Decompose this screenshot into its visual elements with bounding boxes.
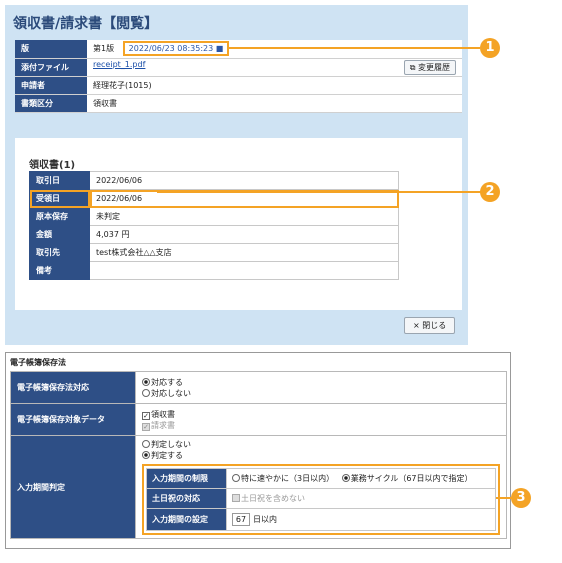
table-row: 電子帳簿保存法対応 対応する 対応しない <box>10 371 507 404</box>
page-title: 領収書/請求書【閲覧】 <box>13 16 159 32</box>
limit-label: 入力期間の制限 <box>146 468 227 489</box>
history-icon: ⧉ <box>409 62 416 72</box>
receipt-card-title: 領収書(1) <box>29 160 76 171</box>
receipt-card: 領収書(1) 取引日 2022/06/06 受領日 2022/06/06 原本保… <box>15 138 462 310</box>
applicant-label: 申請者 <box>15 76 87 95</box>
table-row: 備考 <box>29 261 399 280</box>
version-timestamp: 2022/06/23 08:35:23 ■ <box>122 41 230 57</box>
attachment-link[interactable]: receipt_1.pdf <box>93 60 145 69</box>
callout-line-1 <box>228 47 480 49</box>
deadline-settings-highlight: 入力期間の制限 特に速やかに（3日以内） 業務サイクル（67日以内で指定） 土日… <box>142 464 500 535</box>
radio-selected-icon <box>142 451 150 459</box>
radio-icon <box>232 474 240 482</box>
deadline-settings-table: 入力期間の制限 特に速やかに（3日以内） 業務サイクル（67日以内で指定） 土日… <box>146 468 496 531</box>
doc-category-label: 書類区分 <box>15 94 87 113</box>
table-row: 取引日 2022/06/06 <box>29 171 399 190</box>
compliance-option-no[interactable]: 対応しない <box>142 388 500 399</box>
document-info-table: 版 第1版 2022/06/23 08:35:23 ■ 添付ファイル recei… <box>15 40 462 113</box>
option-label: 判定する <box>151 451 183 460</box>
transaction-date-label: 取引日 <box>29 171 90 190</box>
deadline-option-on[interactable]: 判定する <box>142 450 500 461</box>
change-history-button[interactable]: ⧉ 変更履歴 <box>403 59 456 75</box>
change-history-label: 変更履歴 <box>418 62 450 72</box>
close-icon: × <box>413 321 420 330</box>
original-storage-label: 原本保存 <box>29 207 90 226</box>
amount-label: 金額 <box>29 225 90 244</box>
option-label: 判定しない <box>151 440 191 449</box>
option-label: 業務サイクル（67日以内で指定） <box>350 474 473 483</box>
version-label: 版 <box>15 40 87 59</box>
limit-option-quick[interactable]: 特に速やかに（3日以内） <box>232 474 334 483</box>
close-button[interactable]: × 閉じる <box>404 317 456 334</box>
radio-selected-icon <box>341 474 350 482</box>
receipt-detail-table: 取引日 2022/06/06 受領日 2022/06/06 原本保存 未判定 金… <box>29 171 399 280</box>
version-row: 版 第1版 2022/06/23 08:35:23 ■ <box>15 40 462 59</box>
weekend-option[interactable]: 土日祝を含めない <box>232 494 305 503</box>
checkbox-disabled-icon: ✓ <box>142 422 150 431</box>
document-view-panel: 領収書/請求書【閲覧】 版 第1版 2022/06/23 08:35:23 ■ … <box>5 5 468 345</box>
original-storage-value: 未判定 <box>89 207 399 226</box>
radio-icon <box>142 388 150 397</box>
checkbox-disabled-icon <box>232 494 240 502</box>
received-date-label: 受領日 <box>29 189 90 208</box>
option-label: 対応する <box>151 377 183 387</box>
limit-option-cycle[interactable]: 業務サイクル（67日以内で指定） <box>341 474 473 483</box>
attachment-row: 添付ファイル receipt_1.pdf ⧉ 変更履歴 <box>15 58 462 77</box>
option-label: 領収書 <box>151 409 175 419</box>
version-value: 第1版 <box>93 44 115 54</box>
lock-icon: ■ <box>215 44 224 54</box>
attachment-label: 添付ファイル <box>15 58 87 77</box>
applicant-row: 申請者 経理花子(1015) <box>15 76 462 95</box>
section-title: 電子帳簿保存法 <box>10 358 66 367</box>
option-label: 土日祝を含めない <box>241 494 305 503</box>
e-book-law-section: 電子帳簿保存法 電子帳簿保存法対応 対応する 対応しない 電子帳簿保存対象データ… <box>5 352 511 549</box>
compliance-label: 電子帳簿保存法対応 <box>10 371 136 404</box>
radio-icon <box>142 440 150 448</box>
callout-line-3 <box>496 497 512 499</box>
vendor-label: 取引先 <box>29 243 90 262</box>
table-row: 入力期間の設定 67 日以内 <box>146 508 496 531</box>
option-label: 対応しない <box>151 388 191 398</box>
table-row: 電子帳簿保存対象データ ✓ 領収書 ✓ 請求書 <box>10 403 507 436</box>
deadline-option-off[interactable]: 判定しない <box>142 439 500 450</box>
table-row: 金額 4,037 円 <box>29 225 399 244</box>
vendor-value: test株式会社△△支店 <box>89 243 399 262</box>
table-row: 入力期間の制限 特に速やかに（3日以内） 業務サイクル（67日以内で指定） <box>146 468 496 489</box>
checkbox-checked-icon: ✓ <box>142 411 150 420</box>
target-option-invoice[interactable]: ✓ 請求書 <box>142 420 500 431</box>
applicant-value: 経理花子(1015) <box>87 76 462 95</box>
target-data-label: 電子帳簿保存対象データ <box>10 403 136 436</box>
days-input[interactable]: 67 <box>232 513 250 526</box>
days-unit: 日以内 <box>253 515 277 524</box>
timestamp-text: 2022/06/23 08:35:23 <box>128 44 214 54</box>
weekend-label: 土日祝の対応 <box>146 488 227 509</box>
doc-category-value: 領収書 <box>87 94 462 113</box>
compliance-option-yes[interactable]: 対応する <box>142 377 500 388</box>
callout-badge-2: 2 <box>480 182 500 202</box>
remarks-label: 備考 <box>29 261 90 280</box>
e-book-law-table: 電子帳簿保存法対応 対応する 対応しない 電子帳簿保存対象データ ✓ 領収書 ✓ 請… <box>10 371 507 539</box>
option-label: 特に速やかに（3日以内） <box>241 474 335 483</box>
setting-label: 入力期間の設定 <box>146 508 227 531</box>
callout-badge-1: 1 <box>480 38 500 58</box>
table-row: 原本保存 未判定 <box>29 207 399 226</box>
doc-category-row: 書類区分 領収書 <box>15 94 462 113</box>
target-option-receipt[interactable]: ✓ 領収書 <box>142 409 500 420</box>
callout-line-2 <box>157 191 481 193</box>
callout-badge-3: 3 <box>511 488 531 508</box>
remarks-value <box>89 261 399 280</box>
transaction-date-value: 2022/06/06 <box>89 171 399 190</box>
close-label: 閉じる <box>422 321 447 330</box>
amount-value: 4,037 円 <box>89 225 399 244</box>
table-row: 入力期間判定 判定しない 判定する 入力期間の制限 特に速やかに（3日以内） 業… <box>10 435 507 539</box>
radio-selected-icon <box>142 377 150 386</box>
table-row: 土日祝の対応 土日祝を含めない <box>146 488 496 509</box>
option-label: 請求書 <box>151 420 175 430</box>
deadline-label: 入力期間判定 <box>10 435 136 539</box>
table-row: 取引先 test株式会社△△支店 <box>29 243 399 262</box>
